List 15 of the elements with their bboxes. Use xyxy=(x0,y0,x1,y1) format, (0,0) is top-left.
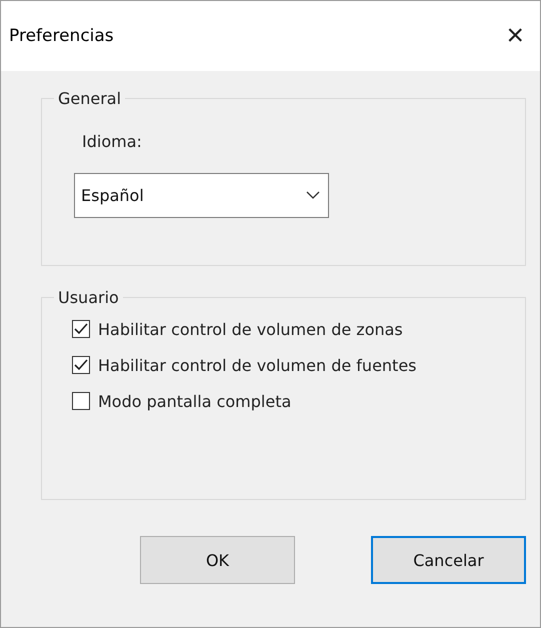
window-title: Preferencias xyxy=(9,26,114,46)
language-label: Idioma: xyxy=(82,132,143,151)
chevron-down-icon xyxy=(306,191,320,200)
ok-button[interactable]: OK xyxy=(140,536,295,584)
checkbox-label: Habilitar control de volumen de zonas xyxy=(98,320,403,338)
group-title: General xyxy=(57,89,122,108)
checkbox[interactable] xyxy=(72,320,90,338)
checkbox[interactable] xyxy=(72,356,90,374)
cancel-button[interactable]: Cancelar xyxy=(371,536,526,584)
checkbox-label: Modo pantalla completa xyxy=(98,392,292,410)
group-title: Usuario xyxy=(57,288,120,307)
language-dropdown[interactable]: Español xyxy=(74,173,329,218)
checkbox-label: Habilitar control de volumen de fuentes xyxy=(98,356,416,374)
close-button[interactable]: × xyxy=(500,21,530,51)
checkbox[interactable] xyxy=(72,392,90,410)
